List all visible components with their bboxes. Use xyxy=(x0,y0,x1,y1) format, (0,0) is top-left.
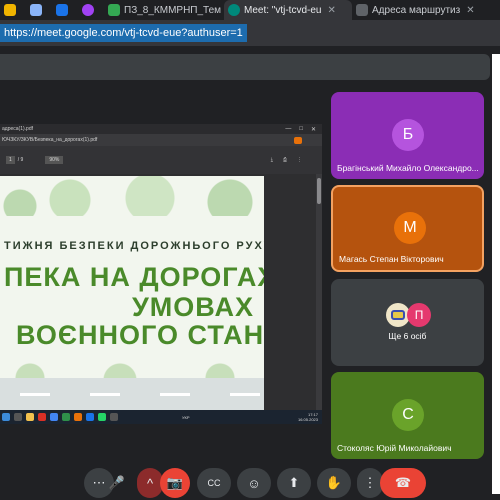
scroll-thumb[interactable] xyxy=(317,178,321,204)
taskbar-language[interactable]: УКР xyxy=(182,415,190,420)
avatar: М xyxy=(394,212,426,244)
app-icon[interactable] xyxy=(86,413,94,421)
url-input[interactable]: https://meet.google.com/vtj-tcvd-eue?aut… xyxy=(0,24,247,42)
close-tab-icon[interactable]: ✕ xyxy=(327,5,335,16)
page-number-input[interactable]: 1 xyxy=(6,156,15,164)
tab-favicon-icon xyxy=(30,4,42,16)
tab-2[interactable] xyxy=(26,0,52,20)
windows-taskbar: УКР 17:17 16.05.2023 xyxy=(0,410,322,424)
tab-3[interactable] xyxy=(52,0,78,20)
address-bar: https://meet.google.com/vtj-tcvd-eue?aut… xyxy=(0,20,500,46)
road-marking xyxy=(230,393,260,396)
close-tab-icon[interactable]: ✕ xyxy=(466,5,474,16)
leave-call-button[interactable]: ☎ xyxy=(380,468,426,498)
extension-icon[interactable] xyxy=(294,136,302,144)
page-total: / 9 xyxy=(17,157,24,163)
slide-subtitle: ТИЖНЯ БЕЗПЕКИ ДОРОЖНЬОГО РУХУ xyxy=(4,240,264,252)
captions-button[interactable]: CC xyxy=(197,468,231,498)
minimize-icon[interactable]: — xyxy=(285,126,291,133)
road-marking xyxy=(20,393,50,396)
app-icon[interactable] xyxy=(110,413,118,421)
search-icon[interactable] xyxy=(14,413,22,421)
tab-label: Адреса маршрутиз xyxy=(372,4,461,16)
close-icon[interactable]: ✕ xyxy=(311,126,316,133)
tab-favicon-icon xyxy=(56,4,68,16)
pdf-toolbar: 1 / 9 90% ⤓ ⎙ ⋮ xyxy=(0,146,322,174)
pdf-path: ЮЧЗКУ/ЗКУВ/Безпека_на_дорогах(1).pdf xyxy=(2,137,98,143)
avatar: С xyxy=(392,399,424,431)
tab-7[interactable]: Адреса маршрутиз ✕ xyxy=(352,0,500,20)
road-marking xyxy=(90,393,120,396)
camera-off-button[interactable]: 📷 xyxy=(160,468,190,498)
print-icon[interactable]: ⎙ xyxy=(283,157,287,163)
trees-illustration xyxy=(0,176,264,216)
participant-name: Брагінський Михайло Олександро... xyxy=(337,163,479,173)
download-icon[interactable]: ⤓ xyxy=(271,157,273,163)
tab-4[interactable] xyxy=(78,0,104,20)
pdf-tool-icons: ⤓ ⎙ ⋮ xyxy=(271,157,322,163)
tab-5[interactable]: ПЗ_8_КММРНП_Тем xyxy=(104,0,224,20)
microphone-button[interactable]: 🎤 xyxy=(104,468,130,498)
app-icon[interactable] xyxy=(74,413,82,421)
slide-title-line3: ВОЄННОГО СТАНУ» xyxy=(16,320,264,350)
participant-name: Магась Степан Вікторович xyxy=(339,254,444,264)
road-marking xyxy=(160,393,190,396)
slides-icon xyxy=(108,4,120,16)
tab-label: ПЗ_8_КММРНП_Тем xyxy=(124,4,222,16)
explorer-icon[interactable] xyxy=(26,413,34,421)
page-scrollbar[interactable] xyxy=(492,54,500,494)
window-controls: — □ ✕ xyxy=(285,126,322,133)
slide-page: ТИЖНЯ БЕЗПЕКИ ДОРОЖНЬОГО РУХУ ПЕКА НА ДО… xyxy=(0,176,264,412)
tab-label: Meet: "vtj-tcvd-eu xyxy=(244,4,322,16)
app-icon[interactable] xyxy=(98,413,106,421)
start-icon[interactable] xyxy=(2,413,10,421)
avatar: Б xyxy=(392,119,424,151)
page-icon xyxy=(356,4,368,16)
browser-tab-bar: ПЗ_8_КММРНП_Тем Meet: "vtj-tcvd-eu ✕ Адре… xyxy=(0,0,500,20)
raise-hand-button[interactable]: ✋ xyxy=(317,468,351,498)
others-count: Ще 6 осіб xyxy=(388,331,427,341)
app-icon[interactable] xyxy=(38,413,46,421)
maximize-icon[interactable]: □ xyxy=(299,126,303,133)
pdf-window-titlebar: адреса(1).pdf — □ ✕ xyxy=(0,124,322,134)
tab-favicon-icon xyxy=(82,4,94,16)
participant-tile[interactable]: Б Брагінський Михайло Олександро... xyxy=(331,92,484,179)
more-icon[interactable]: ⋮ xyxy=(297,157,302,163)
emoji-button[interactable]: ☺ xyxy=(237,468,271,498)
tab-1[interactable] xyxy=(0,0,26,20)
meeting-controls: ⋯ 🎤 ^ 📷 CC ☺ ⬆ ✋ ⋮ ☎ xyxy=(0,466,500,500)
road-illustration xyxy=(0,378,264,412)
bus-icon xyxy=(391,310,405,320)
tab-meet[interactable]: Meet: "vtj-tcvd-eu ✕ xyxy=(224,0,352,20)
pdf-address-bar: ЮЧЗКУ/ЗКУВ/Безпека_на_дорогах(1).pdf xyxy=(0,134,322,146)
pdf-tab-title: адреса(1).pdf xyxy=(2,126,33,132)
taskbar-clock[interactable]: 17:17 16.05.2023 xyxy=(298,412,322,422)
participant-tile[interactable]: С Стоколяс Юрій Миколайович xyxy=(331,372,484,459)
avatar: П xyxy=(407,303,431,327)
participant-tile-active-speaker[interactable]: М Магась Степан Вікторович xyxy=(331,185,484,272)
zoom-level[interactable]: 90% xyxy=(45,156,64,164)
app-icon[interactable] xyxy=(50,413,58,421)
slide-title-line1: ПЕКА НА ДОРОГАХ В xyxy=(4,262,264,292)
tab-favicon-icon xyxy=(4,4,16,16)
meet-icon xyxy=(228,4,240,16)
present-button[interactable]: ⬆ xyxy=(277,468,311,498)
pdf-scrollbar[interactable] xyxy=(316,174,322,410)
presentation-area: адреса(1).pdf — □ ✕ ЮЧЗКУ/ЗКУВ/Безпека_на_… xyxy=(0,124,322,424)
app-icon[interactable] xyxy=(62,413,70,421)
others-tile[interactable]: П Ще 6 осіб xyxy=(331,279,484,366)
info-strip xyxy=(0,54,490,80)
slide-title-line2: УМОВАХ xyxy=(132,292,254,322)
participant-name: Стоколяс Юрій Миколайович xyxy=(337,443,452,453)
clock-date: 16.05.2023 xyxy=(297,417,318,422)
